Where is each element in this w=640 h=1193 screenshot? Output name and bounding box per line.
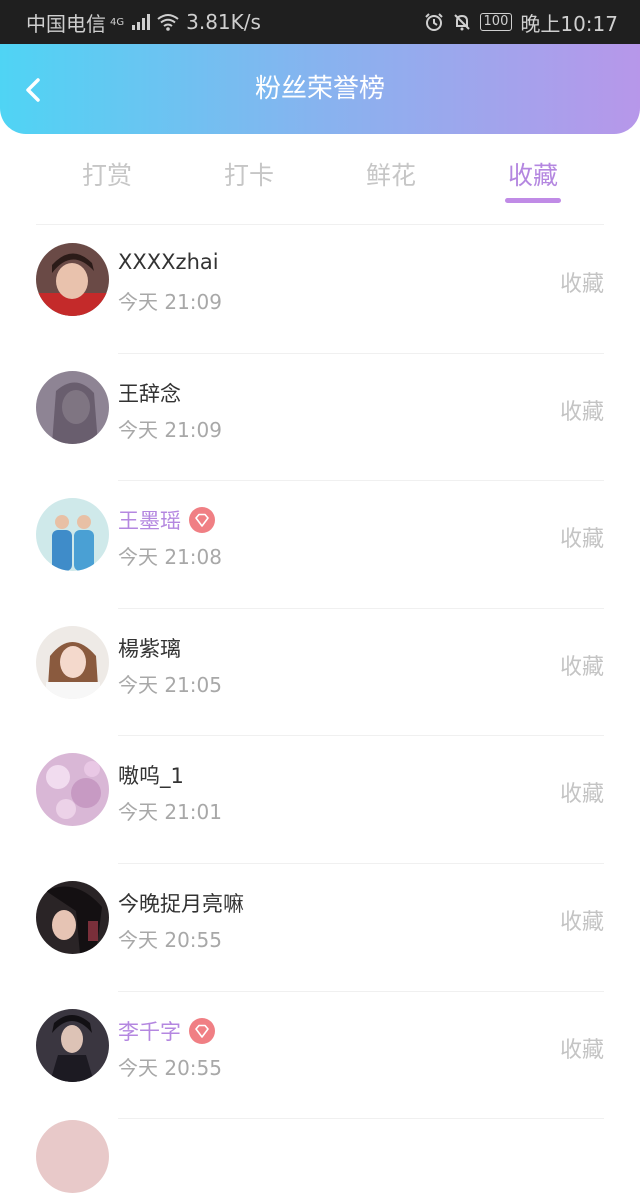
list-item[interactable]: XXXXzhai 今天 21:09 收藏 — [0, 226, 640, 354]
header-bar: 粉丝荣誉榜 — [0, 44, 640, 134]
list-item[interactable]: 嗷呜_1 今天 21:01 收藏 — [0, 736, 640, 864]
timestamp: 今天 21:05 — [118, 672, 222, 697]
action-label: 收藏 — [559, 654, 604, 680]
timestamp: 今天 21:08 — [118, 545, 222, 570]
tab-favorites[interactable]: 收藏 — [473, 156, 593, 192]
network-speed-label: 3.81K/s — [186, 10, 261, 34]
fan-name: 今晚捉月亮嘛 — [118, 891, 244, 916]
avatar[interactable] — [36, 1008, 109, 1082]
tab-tip[interactable]: 打赏 — [47, 156, 167, 192]
avatar[interactable] — [36, 1120, 109, 1193]
list-item[interactable]: 李千字 今天 20:55 收藏 — [0, 992, 640, 1120]
page-title: 粉丝荣誉榜 — [254, 74, 385, 104]
fan-name: 嗷呜_1 — [118, 764, 184, 789]
avatar[interactable] — [36, 880, 109, 954]
wifi-icon — [157, 14, 179, 31]
signal-icon — [132, 14, 151, 30]
fan-name: 王墨瑶 — [118, 505, 215, 535]
fan-name: 楊紫璃 — [118, 636, 181, 661]
timestamp: 今天 21:09 — [118, 290, 222, 314]
row-divider — [118, 1118, 604, 1120]
fan-name: 王辞念 — [118, 381, 181, 406]
timestamp: 今天 21:01 — [118, 800, 222, 825]
avatar[interactable] — [36, 753, 109, 827]
avatar[interactable] — [36, 370, 109, 444]
timestamp: 今天 21:09 — [118, 417, 222, 442]
list-item[interactable]: 王墨瑶 今天 21:08 收藏 — [0, 481, 640, 609]
action-label: 收藏 — [559, 1037, 604, 1063]
avatar[interactable] — [36, 243, 109, 316]
avatar[interactable] — [36, 625, 109, 699]
list-item[interactable]: 楊紫璃 今天 21:05 收藏 — [0, 609, 640, 737]
avatar[interactable] — [36, 498, 109, 572]
action-label: 收藏 — [559, 272, 604, 297]
timestamp: 今天 20:55 — [118, 1055, 222, 1080]
action-label: 收藏 — [559, 399, 604, 425]
list-item[interactable]: 今晚捉月亮嘛 今天 20:55 收藏 — [0, 864, 640, 992]
mute-bell-icon — [453, 14, 470, 31]
fan-name: 李千字 — [118, 1016, 215, 1046]
action-label: 收藏 — [559, 909, 604, 935]
alarm-icon — [424, 13, 443, 31]
list-item[interactable]: 王辞念 今天 21:09 收藏 — [0, 354, 640, 482]
carrier-label: 中国电信 — [26, 11, 106, 36]
tabs-divider — [36, 224, 604, 225]
timestamp: 今天 20:55 — [118, 927, 222, 952]
active-tab-indicator — [505, 198, 561, 203]
diamond-badge-icon — [189, 1017, 215, 1044]
network-type-label: 4G — [110, 16, 125, 28]
action-label: 收藏 — [559, 782, 604, 808]
diamond-badge-icon — [189, 507, 215, 534]
tab-checkin[interactable]: 打卡 — [189, 156, 309, 192]
tab-flowers[interactable]: 鲜花 — [331, 156, 451, 192]
fan-list: XXXXzhai 今天 21:09 收藏 王辞念 今天 21:09 收藏 王墨瑶… — [0, 226, 640, 1120]
fan-name: XXXXzhai — [118, 250, 219, 274]
action-label: 收藏 — [559, 527, 604, 553]
clock-label: 晚上10:17 — [520, 11, 618, 36]
battery-icon: 100 — [479, 13, 513, 31]
